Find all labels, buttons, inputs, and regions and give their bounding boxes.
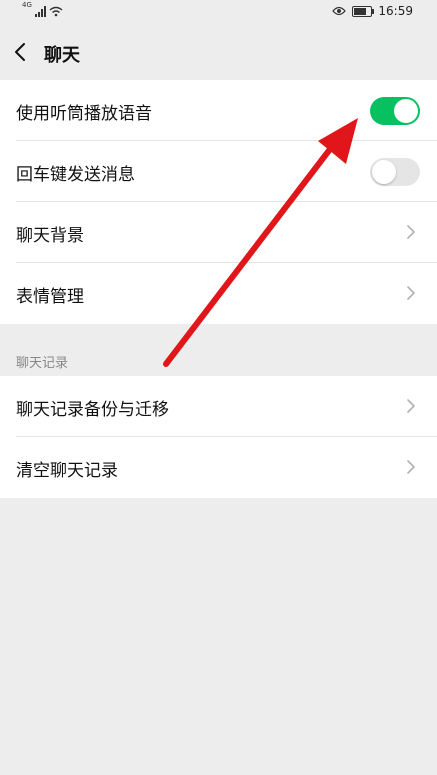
toggle-knob bbox=[372, 160, 396, 184]
setting-row-earpiece-voice[interactable]: 使用听筒播放语音 bbox=[0, 80, 437, 141]
chevron-right-icon bbox=[407, 286, 415, 300]
enter-send-toggle[interactable] bbox=[370, 158, 420, 186]
setting-row-chat-background[interactable]: 聊天背景 bbox=[0, 202, 437, 263]
setting-row-backup-migrate[interactable]: 聊天记录备份与迁移 bbox=[0, 376, 437, 437]
chevron-right-icon bbox=[407, 460, 415, 474]
chat-history-group: 聊天记录备份与迁移 清空聊天记录 bbox=[0, 376, 437, 498]
setting-label: 聊天记录备份与迁移 bbox=[16, 400, 169, 420]
wifi-icon bbox=[49, 6, 63, 17]
setting-label: 清空聊天记录 bbox=[16, 461, 118, 481]
toggle-knob bbox=[394, 99, 418, 123]
status-time: 16:59 bbox=[378, 4, 413, 18]
chat-settings-group: 使用听筒播放语音 回车键发送消息 聊天背景 表情管理 bbox=[0, 80, 437, 324]
section-header-chat-history: 聊天记录 bbox=[16, 356, 69, 371]
signal-icon bbox=[34, 5, 46, 17]
network-indicator: 4G bbox=[22, 1, 63, 17]
page-title: 聊天 bbox=[44, 45, 80, 66]
earpiece-voice-toggle[interactable] bbox=[370, 97, 420, 125]
back-button[interactable] bbox=[8, 34, 42, 70]
nav-bar: 聊天 bbox=[0, 26, 437, 78]
setting-label: 聊天背景 bbox=[16, 226, 84, 246]
back-arrow-icon bbox=[15, 43, 25, 61]
setting-row-enter-send[interactable]: 回车键发送消息 bbox=[0, 141, 437, 202]
status-bar: 4G 16:59 bbox=[0, 0, 437, 26]
chevron-right-icon bbox=[407, 399, 415, 413]
setting-row-clear-history[interactable]: 清空聊天记录 bbox=[0, 437, 437, 498]
eye-icon bbox=[332, 6, 347, 16]
chevron-right-icon bbox=[407, 225, 415, 239]
battery-icon bbox=[352, 5, 375, 17]
network-type-label: 4G bbox=[22, 1, 32, 9]
setting-label: 表情管理 bbox=[16, 287, 84, 307]
setting-row-sticker-management[interactable]: 表情管理 bbox=[0, 263, 437, 324]
setting-label: 使用听筒播放语音 bbox=[16, 104, 152, 124]
setting-label: 回车键发送消息 bbox=[16, 165, 135, 185]
